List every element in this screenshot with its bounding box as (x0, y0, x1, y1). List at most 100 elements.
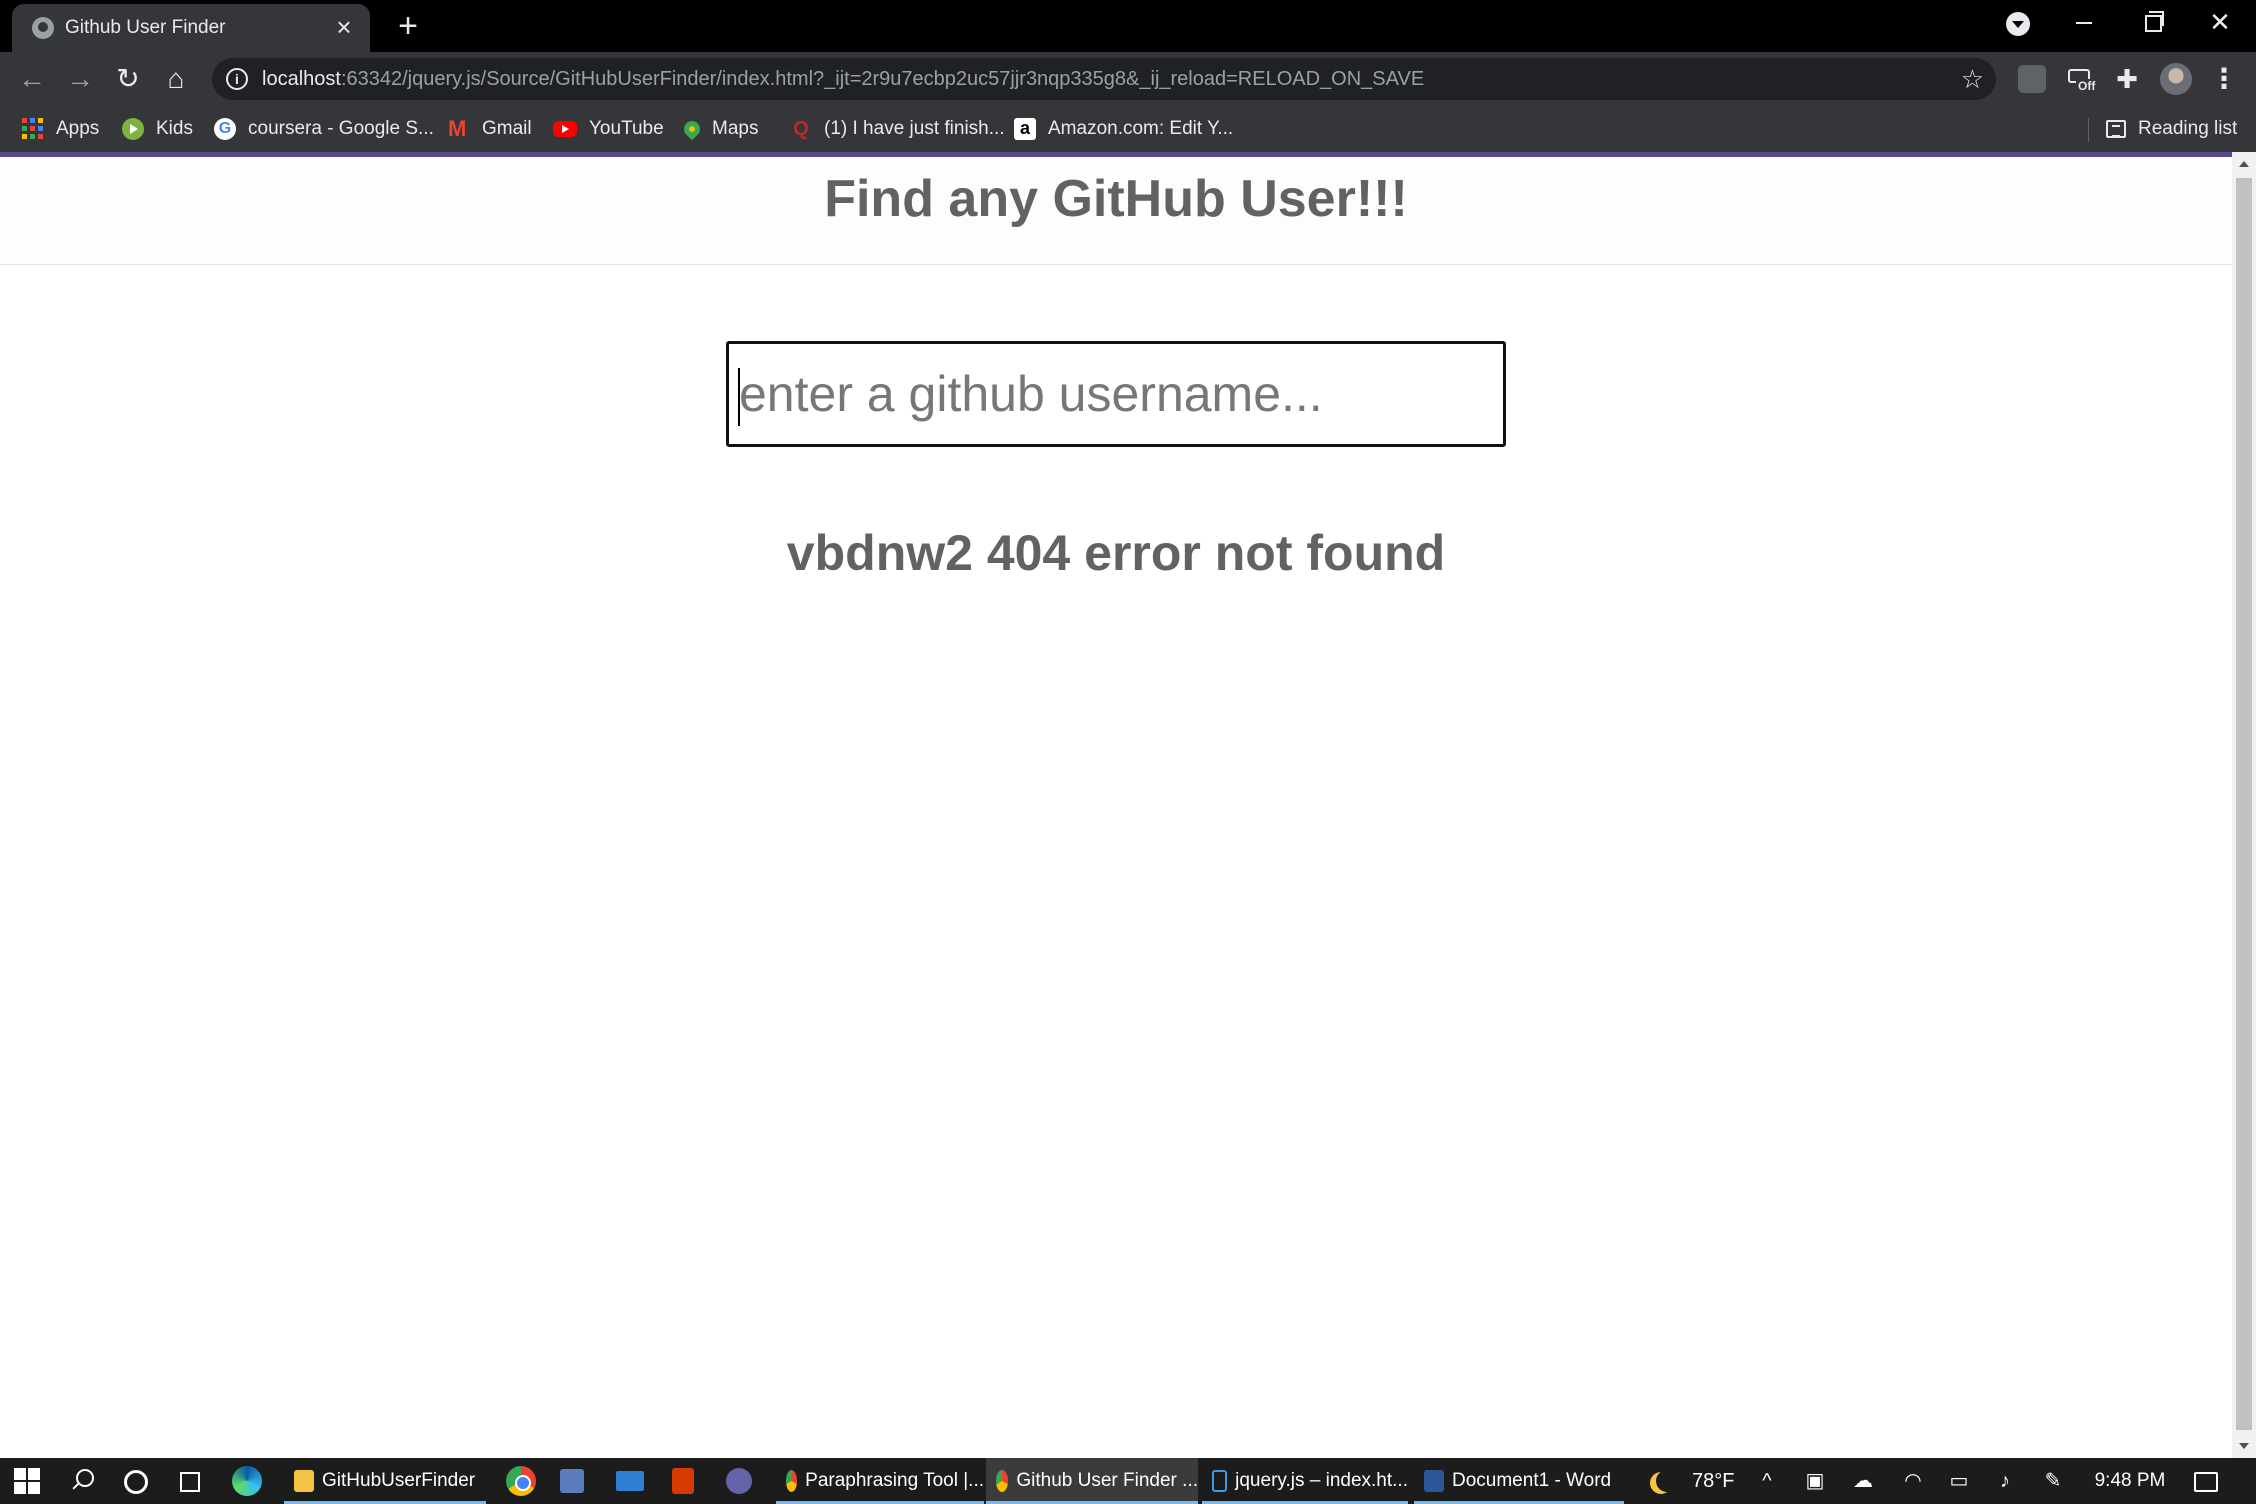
extension-off-icon[interactable]: Off (2066, 65, 2098, 93)
pen-icon[interactable]: ✎ (2038, 1458, 2068, 1504)
tab-search-icon[interactable] (2006, 12, 2030, 36)
page-title: Find any GitHub User!!! (824, 170, 1408, 228)
reading-list-label: Reading list (2138, 118, 2238, 139)
gmail-icon (448, 116, 470, 142)
play-icon (122, 118, 144, 140)
taskbar-app-label: jquery.js – index.ht... (1235, 1470, 1408, 1491)
folder-icon (294, 1470, 314, 1492)
bookmark-star-icon[interactable]: ☆ (1961, 64, 1984, 94)
cortana-icon[interactable] (120, 1466, 150, 1496)
meet-now-icon[interactable]: ▣ (1800, 1458, 1830, 1504)
url-text[interactable]: localhost:63342/jquery.js/Source/GitHubU… (262, 68, 1424, 91)
teams-icon[interactable] (726, 1468, 752, 1494)
forward-arrow-icon[interactable]: → (62, 61, 98, 97)
edge-icon[interactable] (232, 1466, 262, 1496)
bookmark-label: Apps (56, 118, 100, 139)
taskbar-app-folder[interactable]: GitHubUserFinder (284, 1458, 486, 1504)
taskbar-app-word[interactable]: Document1 - Word (1414, 1458, 1624, 1504)
bookmark-maps[interactable]: Maps (680, 114, 759, 144)
page-header: Find any GitHub User!!! (0, 157, 2232, 265)
url-path: :63342/jquery.js/Source/GitHubUserFinder… (340, 68, 1425, 90)
bookmark-apps[interactable]: Apps (22, 114, 99, 144)
bookmark-kids[interactable]: Kids (122, 114, 193, 144)
volume-icon[interactable]: ♪ (1990, 1458, 2020, 1504)
amazon-icon: a (1014, 118, 1036, 140)
minimize-button[interactable] (2064, 6, 2104, 38)
browser-tab-active[interactable]: Github User Finder × (12, 4, 370, 52)
username-search-input[interactable] (735, 350, 1495, 438)
bookmark-quora[interactable]: Q (1) I have just finish... (790, 114, 1005, 144)
reload-icon[interactable]: ↻ (110, 61, 146, 97)
webstorm-icon (1212, 1470, 1228, 1492)
scroll-up-arrow-icon[interactable] (2232, 152, 2256, 176)
weather-widget[interactable]: 78°F (1648, 1458, 1734, 1504)
tab-title: Github User Finder (65, 17, 226, 38)
wifi-icon[interactable]: ◠ (1898, 1458, 1928, 1504)
moon-icon (1656, 1470, 1678, 1492)
bookmark-label: Amazon.com: Edit Y... (1048, 118, 1234, 139)
address-bar[interactable]: i localhost:63342/jquery.js/Source/GitHu… (212, 58, 1996, 100)
reading-list-icon (2106, 120, 2126, 138)
windows-taskbar: GitHubUserFinder Paraphrasing Tool |... … (0, 1458, 2256, 1504)
back-arrow-icon[interactable]: ← (14, 61, 50, 97)
bookmark-label: YouTube (589, 118, 664, 139)
username-search-box[interactable] (726, 341, 1506, 447)
puzzle-extensions-icon[interactable]: ✚ (2113, 65, 2141, 93)
taskbar-app-webstorm[interactable]: jquery.js – index.ht... (1202, 1458, 1408, 1504)
notification-icon[interactable] (2190, 1458, 2220, 1504)
bookmark-youtube[interactable]: YouTube (553, 114, 664, 144)
error-message: vbdnw2 404 error not found (786, 525, 1446, 581)
home-icon[interactable]: ⌂ (158, 61, 194, 97)
store-icon[interactable] (560, 1469, 584, 1493)
restore-button[interactable] (2132, 6, 2172, 38)
bookmarks-divider (2088, 118, 2089, 142)
chrome-icon[interactable] (506, 1466, 536, 1496)
bookmark-label: Maps (712, 118, 759, 139)
weather-temp: 78°F (1692, 1469, 1735, 1492)
bookmark-gmail[interactable]: Gmail (448, 114, 532, 144)
bookmark-label: (1) I have just finish... (824, 118, 1005, 139)
new-tab-button[interactable]: + (390, 8, 426, 44)
bookmark-coursera[interactable]: G coursera - Google S... (214, 114, 434, 144)
clock[interactable]: 9:48 PM (2090, 1458, 2170, 1504)
tab-strip: Github User Finder × + ✕ (0, 0, 2256, 52)
bookmark-amazon[interactable]: a Amazon.com: Edit Y... (1014, 114, 1233, 144)
extension-badge: Off (2076, 79, 2098, 93)
taskbar-app-label: Paraphrasing Tool |... (805, 1470, 984, 1491)
globe-icon (32, 17, 54, 39)
bookmark-label: coursera - Google S... (248, 118, 434, 139)
url-host: localhost (262, 68, 341, 90)
task-view-icon[interactable] (174, 1466, 204, 1496)
youtube-icon (553, 121, 577, 137)
chrome-menu-icon[interactable]: ⋮ (2210, 63, 2238, 95)
chrome-icon (996, 1470, 1009, 1492)
tab-close-icon[interactable]: × (330, 13, 358, 41)
bookmarks-bar: Apps Kids G coursera - Google S... Gmail… (0, 106, 2256, 152)
mail-icon[interactable] (616, 1471, 644, 1491)
scrollbar-thumb[interactable] (2236, 178, 2252, 1430)
word-icon (1424, 1470, 1444, 1492)
office-icon[interactable] (672, 1468, 694, 1494)
text-caret (738, 368, 740, 426)
maps-pin-icon (680, 117, 704, 141)
taskbar-app-label: Github User Finder ... (1016, 1470, 1198, 1491)
onedrive-icon[interactable]: ☁ (1848, 1458, 1878, 1504)
taskbar-app-github-finder[interactable]: Github User Finder ... (986, 1458, 1198, 1504)
extension-icon[interactable] (2018, 65, 2046, 93)
profile-avatar[interactable] (2160, 63, 2192, 95)
chrome-icon (786, 1470, 798, 1492)
scroll-down-arrow-icon[interactable] (2232, 1434, 2256, 1458)
close-window-button[interactable]: ✕ (2200, 6, 2240, 38)
apps-grid-icon (22, 118, 44, 140)
vertical-scrollbar[interactable] (2232, 152, 2256, 1458)
bookmark-label: Kids (156, 118, 193, 139)
search-icon[interactable] (66, 1466, 96, 1496)
taskbar-app-label: GitHubUserFinder (322, 1470, 476, 1491)
battery-icon[interactable]: ▭ (1944, 1458, 1974, 1504)
windows-start-icon[interactable] (12, 1466, 42, 1496)
site-info-icon[interactable]: i (226, 68, 248, 90)
taskbar-app-label: Document1 - Word (1452, 1470, 1612, 1491)
reading-list-button[interactable]: Reading list (2106, 114, 2237, 144)
chevron-up-icon[interactable]: ^ (1752, 1458, 1782, 1504)
taskbar-app-paraphrasing[interactable]: Paraphrasing Tool |... (776, 1458, 984, 1504)
